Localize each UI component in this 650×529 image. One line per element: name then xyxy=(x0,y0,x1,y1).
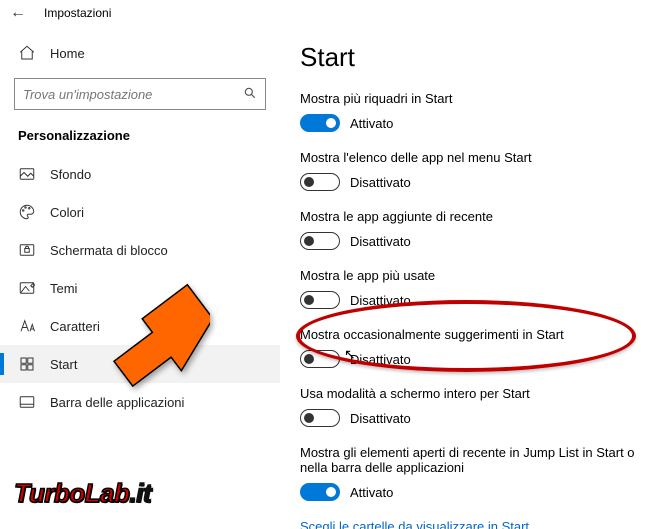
sidebar-item-label: Colori xyxy=(50,205,84,220)
taskbar-icon xyxy=(18,393,36,411)
setting-label: Mostra l'elenco delle app nel menu Start xyxy=(300,150,640,165)
search-icon xyxy=(243,86,257,103)
sidebar-item-temi[interactable]: Temi xyxy=(0,269,280,307)
setting-most-used: Mostra le app più usate Disattivato xyxy=(300,268,640,309)
choose-folders-link[interactable]: Scegli le cartelle da visualizzare in St… xyxy=(300,519,640,529)
back-icon[interactable]: ← xyxy=(10,4,26,22)
setting-suggestions: Mostra occasionalmente suggerimenti in S… xyxy=(300,327,640,368)
setting-label: Usa modalità a schermo intero per Start xyxy=(300,386,640,401)
home-icon xyxy=(18,44,36,62)
palette-icon xyxy=(18,203,36,221)
setting-label: Mostra le app più usate xyxy=(300,268,640,283)
toggle-state: Disattivato xyxy=(350,175,411,190)
sidebar: Home Personalizzazione Sfondo xyxy=(0,28,280,529)
sidebar-item-label: Schermata di blocco xyxy=(50,243,168,258)
setting-label: Mostra le app aggiunte di recente xyxy=(300,209,640,224)
setting-jump-list: Mostra gli elementi aperti di recente in… xyxy=(300,445,640,501)
sidebar-item-blocco[interactable]: Schermata di blocco xyxy=(0,231,280,269)
toggle-suggestions[interactable] xyxy=(300,350,340,368)
toggle-jump-list[interactable] xyxy=(300,483,340,501)
toggle-state: Attivato xyxy=(350,485,393,500)
sidebar-item-label: Start xyxy=(50,357,77,372)
search-input-wrap[interactable] xyxy=(14,78,266,110)
sidebar-item-label: Temi xyxy=(50,281,77,296)
start-icon xyxy=(18,355,36,373)
setting-label: Mostra gli elementi aperti di recente in… xyxy=(300,445,640,475)
lock-screen-icon xyxy=(18,241,36,259)
setting-recent-apps: Mostra le app aggiunte di recente Disatt… xyxy=(300,209,640,250)
content-pane: Start Mostra più riquadri in Start Attiv… xyxy=(280,28,650,529)
sidebar-item-sfondo[interactable]: Sfondo xyxy=(0,155,280,193)
toggle-app-list[interactable] xyxy=(300,173,340,191)
toggle-state: Attivato xyxy=(350,116,393,131)
setting-fullscreen: Usa modalità a schermo intero per Start … xyxy=(300,386,640,427)
search-input[interactable] xyxy=(23,87,243,102)
setting-more-tiles: Mostra più riquadri in Start Attivato xyxy=(300,91,640,132)
sidebar-item-label: Barra delle applicazioni xyxy=(50,395,184,410)
toggle-state: Disattivato xyxy=(350,411,411,426)
sidebar-item-colori[interactable]: Colori xyxy=(0,193,280,231)
sidebar-item-start[interactable]: Start xyxy=(0,345,280,383)
sidebar-item-caratteri[interactable]: Caratteri xyxy=(0,307,280,345)
setting-app-list: Mostra l'elenco delle app nel menu Start… xyxy=(300,150,640,191)
toggle-state: Disattivato xyxy=(350,293,411,308)
page-title: Start xyxy=(300,42,640,73)
themes-icon xyxy=(18,279,36,297)
window-title: Impostazioni xyxy=(44,6,111,20)
fonts-icon xyxy=(18,317,36,335)
settings-header: ← Impostazioni xyxy=(0,0,650,28)
image-icon xyxy=(18,165,36,183)
toggle-state: Disattivato xyxy=(350,352,411,367)
toggle-state: Disattivato xyxy=(350,234,411,249)
toggle-recent-apps[interactable] xyxy=(300,232,340,250)
toggle-most-used[interactable] xyxy=(300,291,340,309)
sidebar-home[interactable]: Home xyxy=(0,34,280,72)
toggle-fullscreen[interactable] xyxy=(300,409,340,427)
toggle-more-tiles[interactable] xyxy=(300,114,340,132)
sidebar-section-title: Personalizzazione xyxy=(0,124,280,155)
sidebar-item-label: Sfondo xyxy=(50,167,91,182)
sidebar-item-label: Home xyxy=(50,46,85,61)
setting-label: Mostra occasionalmente suggerimenti in S… xyxy=(300,327,640,342)
sidebar-item-label: Caratteri xyxy=(50,319,100,334)
sidebar-item-taskbar[interactable]: Barra delle applicazioni xyxy=(0,383,280,421)
setting-label: Mostra più riquadri in Start xyxy=(300,91,640,106)
